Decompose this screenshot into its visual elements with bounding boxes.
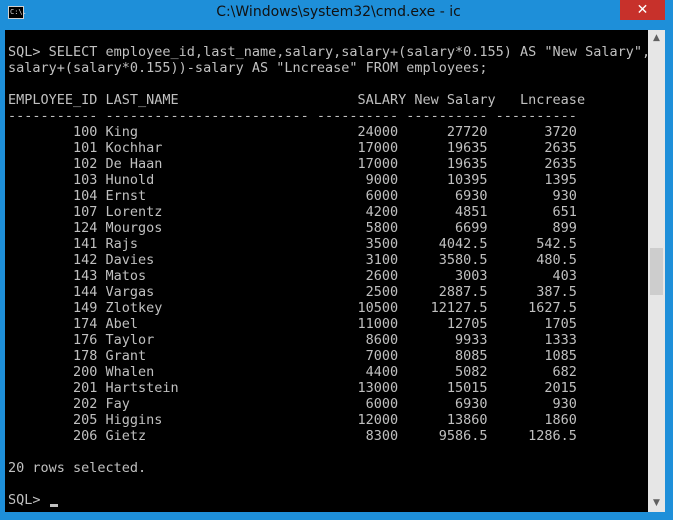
- window-title-text: C:\Windows\system32\cmd.exe - ic: [216, 4, 461, 20]
- sql-prompt[interactable]: SQL>: [8, 492, 49, 508]
- text-cursor: [50, 504, 58, 507]
- table-row: 178 Grant 7000 8085 1085: [8, 348, 577, 364]
- table-row: 101 Kochhar 17000 19635 2635: [8, 140, 577, 156]
- table-row: 142 Davies 3100 3580.5 480.5: [8, 252, 577, 268]
- table-row: 174 Abel 11000 12705 1705: [8, 316, 577, 332]
- table-row: 100 King 24000 27720 3720: [8, 124, 577, 140]
- query-line: salary+(salary*0.155))-salary AS "Lncrea…: [8, 60, 488, 76]
- table-row: 107 Lorentz 4200 4851 651: [8, 204, 577, 220]
- column-separator: ----------- ------------------------- --…: [8, 108, 577, 124]
- column-header: EMPLOYEE_ID LAST_NAME SALARY New Salary …: [8, 92, 586, 108]
- table-row: 124 Mourgos 5800 6699 899: [8, 220, 577, 236]
- table-row: 141 Rajs 3500 4042.5 542.5: [8, 236, 577, 252]
- table-row: 102 De Haan 17000 19635 2635: [8, 156, 577, 172]
- cmd-window: C:\. C:\Windows\system32\cmd.exe - ic ✕ …: [0, 0, 673, 520]
- table-row: 206 Gietz 8300 9586.5 1286.5: [8, 428, 577, 444]
- table-row: 103 Hunold 9000 10395 1395: [8, 172, 577, 188]
- scroll-down-arrow-icon[interactable]: ▼: [648, 495, 665, 512]
- title-bar[interactable]: C:\. C:\Windows\system32\cmd.exe - ic ✕: [0, 0, 673, 26]
- scroll-thumb[interactable]: [650, 248, 663, 295]
- console-output[interactable]: SQL> SELECT employee_id,last_name,salary…: [5, 30, 648, 512]
- table-row: 201 Hartstein 13000 15015 2015: [8, 380, 577, 396]
- vertical-scrollbar[interactable]: ▲ ▼: [648, 30, 665, 512]
- close-button[interactable]: ✕: [620, 0, 665, 20]
- window-title: C:\Windows\system32\cmd.exe - ic: [0, 4, 673, 20]
- query-line: SQL> SELECT employee_id,last_name,salary…: [8, 44, 648, 60]
- scroll-up-arrow-icon[interactable]: ▲: [648, 30, 665, 47]
- table-row: 176 Taylor 8600 9933 1333: [8, 332, 577, 348]
- table-row: 200 Whalen 4400 5082 682: [8, 364, 577, 380]
- table-row: 202 Fay 6000 6930 930: [8, 396, 577, 412]
- table-row: 144 Vargas 2500 2887.5 387.5: [8, 284, 577, 300]
- table-row: 104 Ernst 6000 6930 930: [8, 188, 577, 204]
- rows-selected-message: 20 rows selected.: [8, 460, 147, 476]
- table-row: 149 Zlotkey 10500 12127.5 1627.5: [8, 300, 577, 316]
- table-row: 143 Matos 2600 3003 403: [8, 268, 577, 284]
- table-row: 205 Higgins 12000 13860 1860: [8, 412, 577, 428]
